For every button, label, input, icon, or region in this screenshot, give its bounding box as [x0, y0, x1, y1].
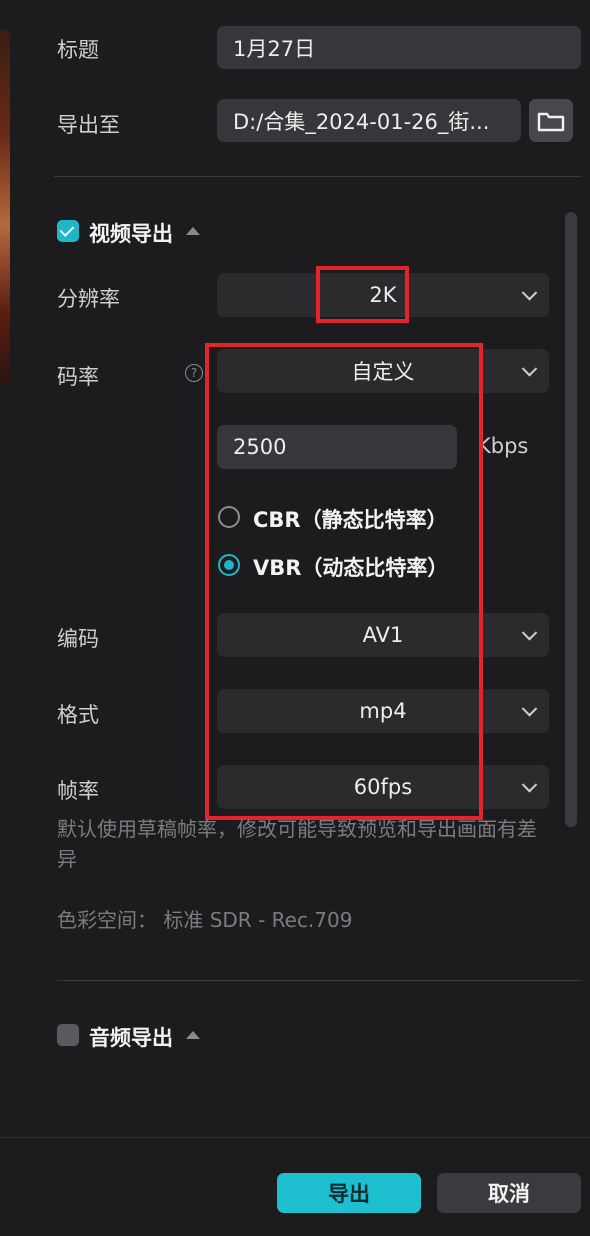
footer-divider — [0, 1137, 590, 1138]
scrollbar-thumb[interactable] — [565, 212, 577, 827]
cancel-button[interactable]: 取消 — [437, 1173, 581, 1213]
browse-folder-button[interactable] — [529, 99, 573, 142]
bitrate-unit: Kbps — [477, 434, 529, 458]
highlight-box-resolution — [316, 266, 409, 323]
title-input[interactable]: 1月27日 — [217, 26, 581, 69]
video-export-checkbox[interactable] — [57, 220, 79, 242]
chevron-down-icon — [521, 361, 538, 377]
help-icon[interactable]: ? — [185, 364, 203, 382]
codec-label: 编码 — [57, 627, 99, 651]
resolution-label: 分辨率 — [57, 287, 120, 311]
chevron-down-icon — [521, 625, 538, 641]
audio-export-title: 音频导出 — [89, 1026, 173, 1050]
title-label: 标题 — [57, 38, 99, 62]
chevron-down-icon — [521, 285, 538, 301]
export-button[interactable]: 导出 — [277, 1173, 421, 1213]
highlight-box-settings — [205, 343, 483, 820]
collapse-caret-icon[interactable] — [186, 1031, 200, 1039]
collapse-caret-icon[interactable] — [186, 227, 200, 235]
audio-export-checkbox[interactable] — [57, 1024, 79, 1046]
folder-icon — [537, 112, 565, 132]
color-space-info: 色彩空间： 标准 SDR - Rec.709 — [57, 908, 353, 932]
chevron-down-icon — [521, 777, 538, 793]
divider-audio — [57, 980, 581, 981]
video-preview-edge — [0, 30, 10, 385]
chevron-down-icon — [521, 701, 538, 717]
export-path-label: 导出至 — [57, 113, 120, 137]
bitrate-label: 码率 — [57, 365, 99, 389]
format-label: 格式 — [57, 703, 99, 727]
export-path-input[interactable]: D:/合集_2024-01-26_街... — [217, 99, 521, 142]
framerate-hint: 默认使用草稿帧率，修改可能导致预览和导出画面有差异 — [57, 817, 537, 871]
video-export-title: 视频导出 — [89, 222, 173, 246]
divider-top — [54, 176, 581, 177]
framerate-label: 帧率 — [57, 779, 99, 803]
